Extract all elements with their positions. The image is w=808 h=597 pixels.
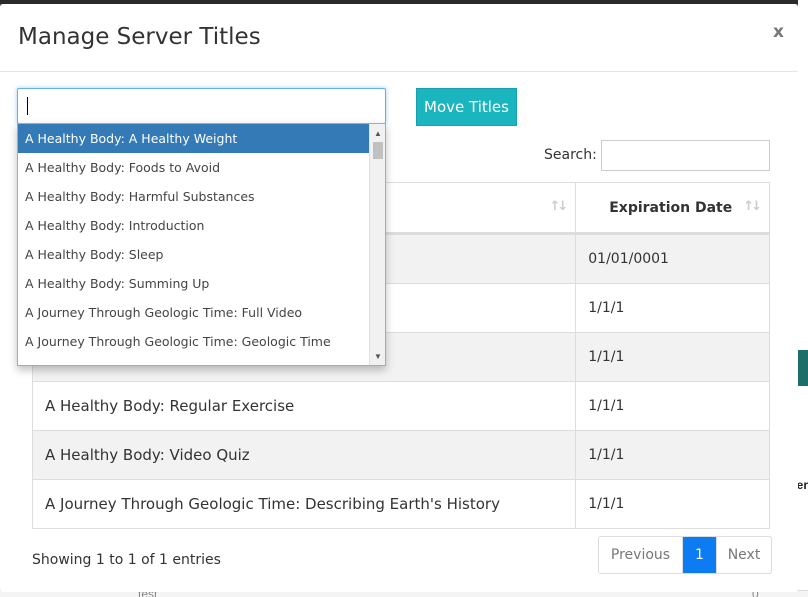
table-row[interactable]: A Journey Through Geologic Time: Describ… — [33, 479, 769, 528]
table-row[interactable]: A Healthy Body: Video Quiz 1/1/1 — [33, 430, 769, 479]
background-teal-block — [798, 350, 808, 386]
expiration-cell: 1/1/1 — [588, 398, 625, 414]
title-cell: A Healthy Body: Video Quiz — [33, 431, 577, 479]
expiration-cell: 1/1/1 — [588, 300, 625, 316]
dropdown-option[interactable]: A Healthy Body: Sleep — [18, 240, 369, 269]
dropdown-option[interactable]: A Journey Through Geologic Time: Geologi… — [18, 327, 369, 356]
move-titles-button[interactable]: Move Titles — [416, 88, 517, 126]
expiration-cell: 01/01/0001 — [588, 251, 669, 267]
scroll-down-arrow-icon[interactable]: ▼ — [370, 349, 385, 363]
dropdown-scrollbar[interactable]: ▲ ▼ — [369, 124, 385, 365]
title-cell: A Journey Through Geologic Time: Describ… — [33, 480, 577, 528]
manage-titles-modal: Manage Server Titles x Move Titles Searc… — [0, 4, 798, 592]
dropdown-option[interactable]: A Healthy Body: Foods to Avoid — [18, 153, 369, 182]
dropdown-option[interactable]: A Healthy Body: Summing Up — [18, 269, 369, 298]
column-header-label: Expiration Date — [609, 199, 733, 216]
search-label: Search: — [544, 147, 597, 163]
sort-icon: ↑↓ — [743, 199, 762, 214]
text-caret — [27, 97, 28, 115]
dropdown-option[interactable]: A Healthy Body: Harmful Substances — [18, 182, 369, 211]
column-header-expiration-date[interactable]: Expiration Date ↑↓ — [576, 183, 769, 232]
title-dropdown-list: A Healthy Body: A Healthy Weight A Healt… — [17, 123, 386, 366]
search-input[interactable] — [601, 140, 770, 171]
sort-icon: ↑↓ — [549, 199, 568, 214]
table-info: Showing 1 to 1 of 1 entries — [32, 552, 221, 568]
scroll-up-arrow-icon[interactable]: ▲ — [370, 126, 385, 140]
title-cell: A Healthy Body: Regular Exercise — [33, 382, 577, 430]
dropdown-option[interactable]: A Healthy Body: A Healthy Weight — [18, 124, 369, 153]
title-select-input[interactable] — [17, 88, 386, 124]
expiration-cell: 1/1/1 — [588, 447, 625, 463]
next-page-button[interactable]: Next — [716, 537, 771, 573]
background-right-panel — [798, 0, 808, 597]
page-1-button[interactable]: 1 — [683, 537, 716, 573]
dropdown-option[interactable]: A Healthy Body: Introduction — [18, 211, 369, 240]
previous-page-button[interactable]: Previous — [599, 537, 683, 573]
modal-header: Manage Server Titles x — [0, 4, 798, 72]
expiration-cell: 1/1/1 — [588, 496, 625, 512]
scrollbar-thumb[interactable] — [373, 142, 383, 159]
expiration-cell: 1/1/1 — [588, 349, 625, 365]
pagination: Previous 1 Next — [598, 536, 772, 574]
close-button[interactable]: x — [773, 22, 784, 42]
modal-title: Manage Server Titles — [18, 24, 261, 50]
background-right-text: er — [796, 478, 808, 492]
dropdown-option[interactable]: A Journey Through Geologic Time: Full Vi… — [18, 298, 369, 327]
table-row[interactable]: A Healthy Body: Regular Exercise 1/1/1 — [33, 381, 769, 430]
